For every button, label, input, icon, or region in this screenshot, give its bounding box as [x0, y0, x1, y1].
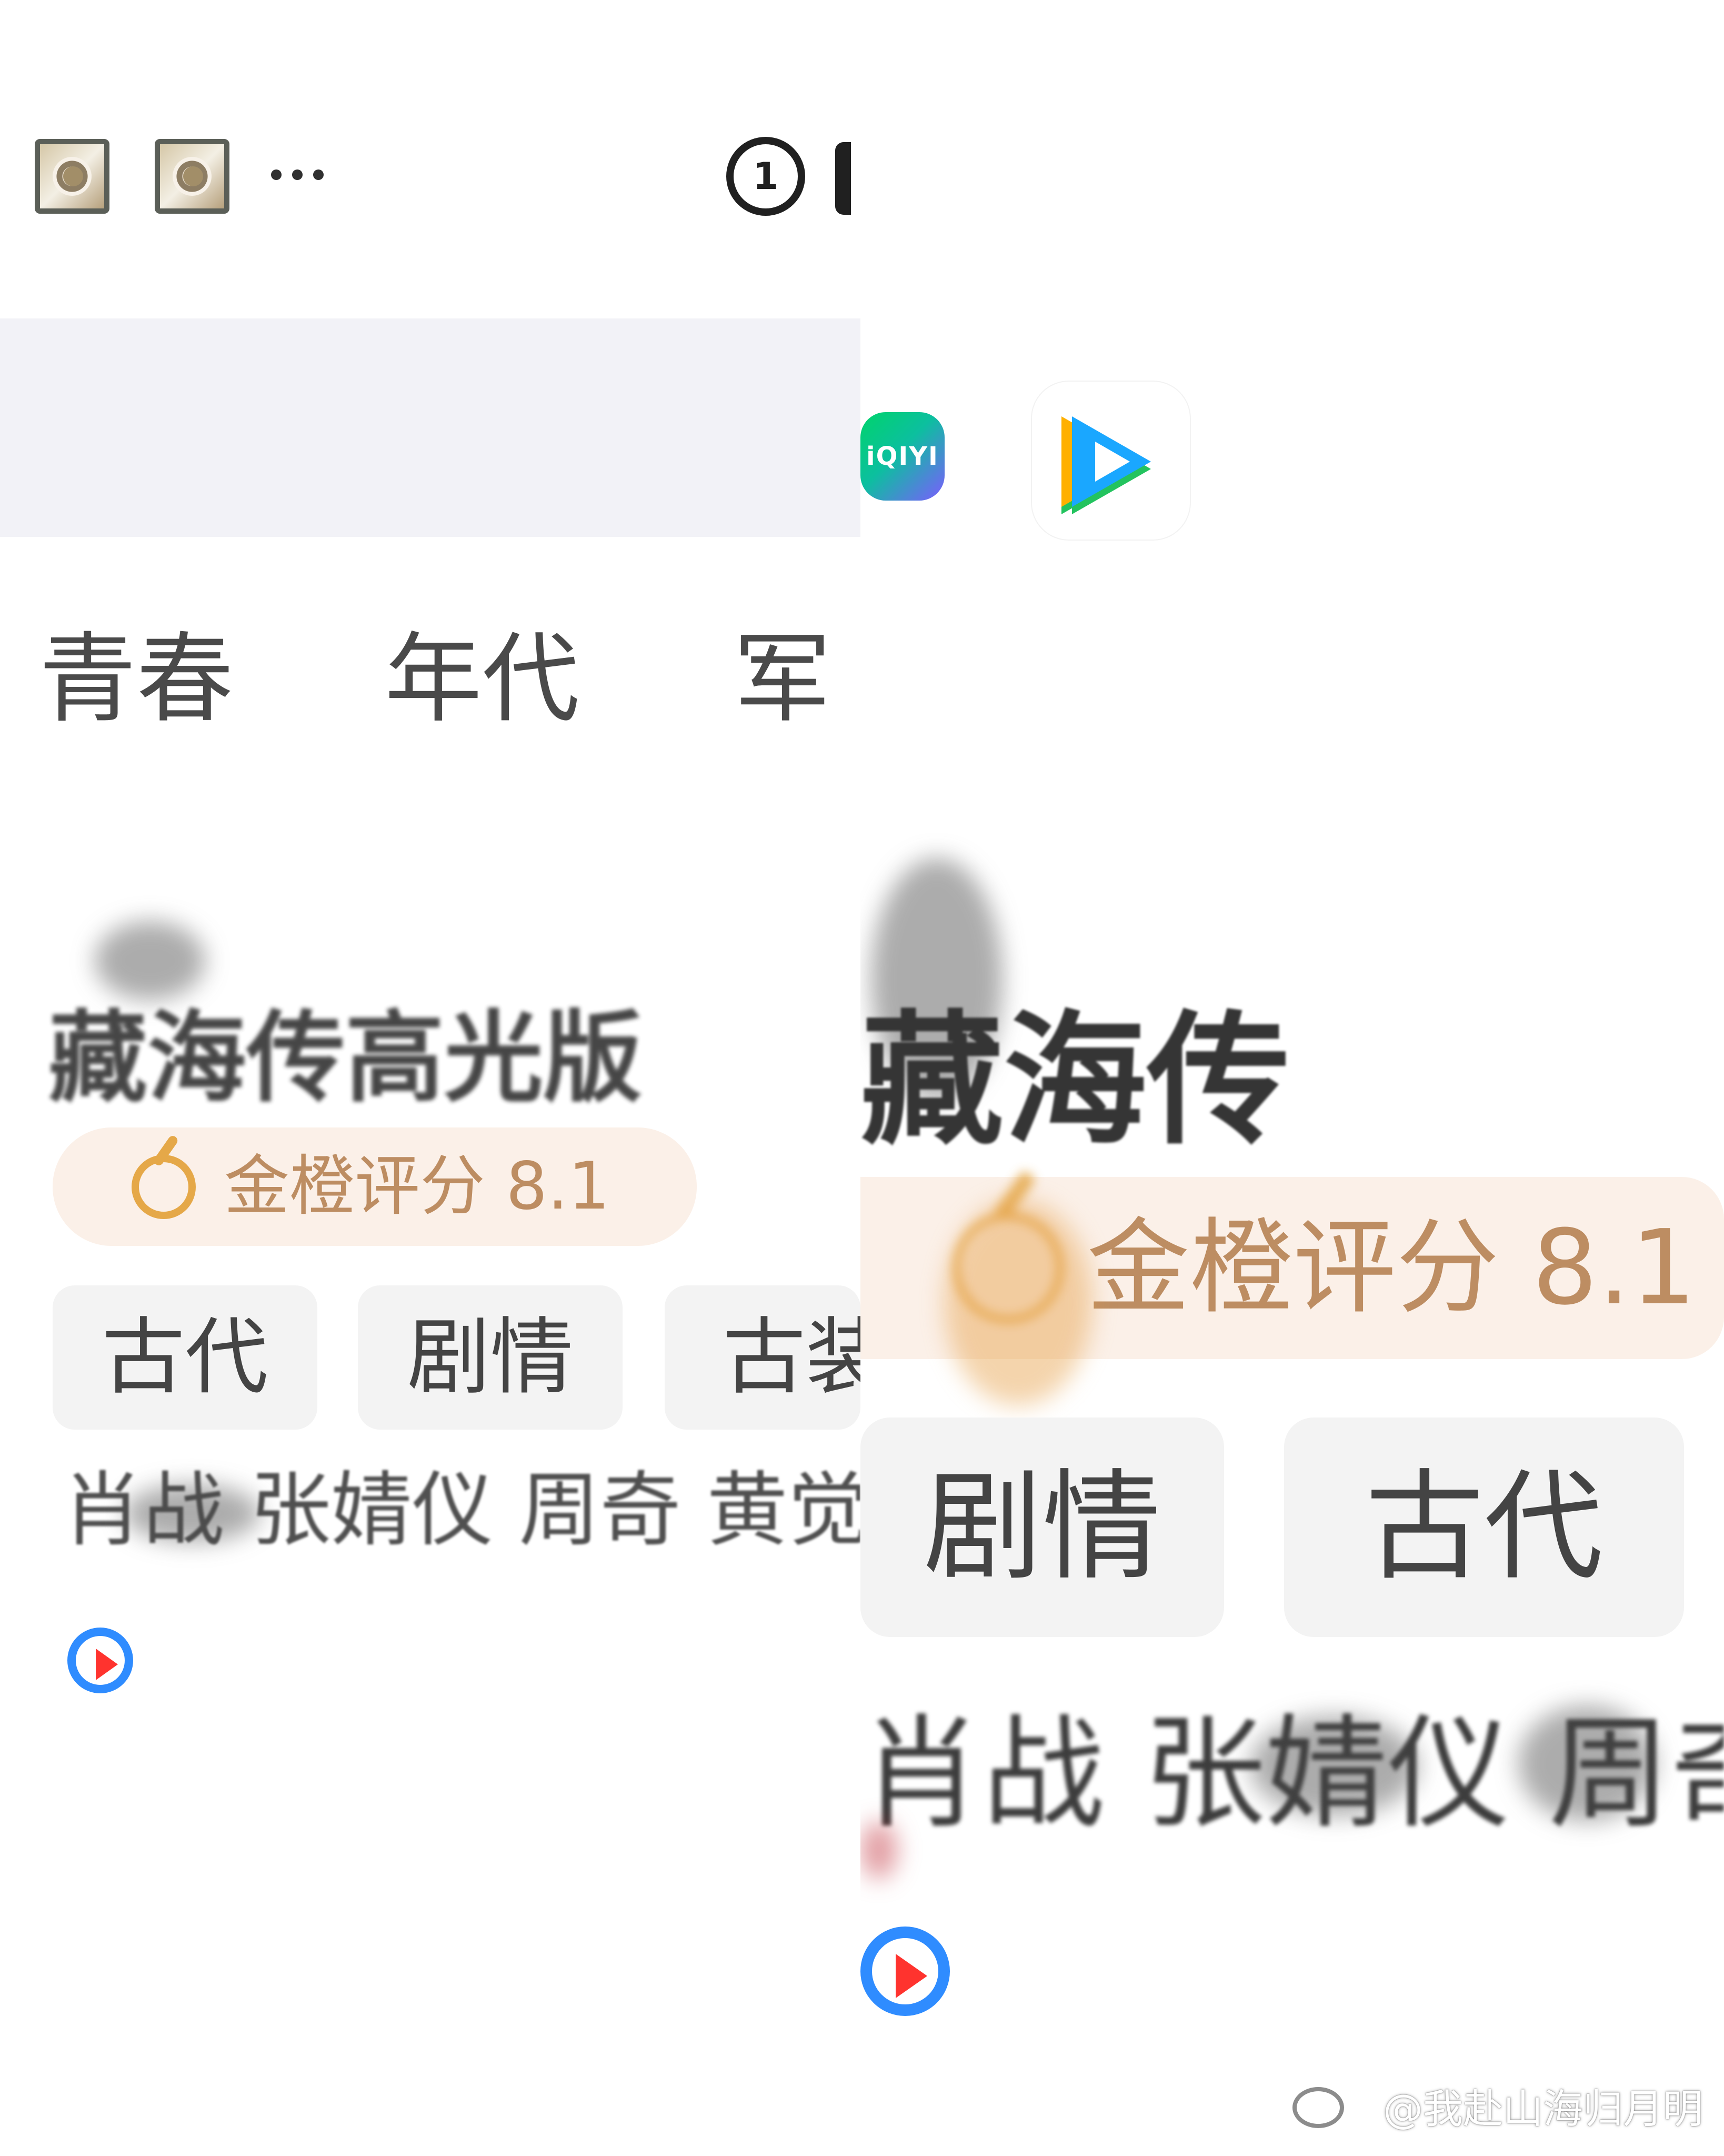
iqiyi-app-icon[interactable]: iQIYI: [860, 412, 945, 501]
cast-list: 肖战 张婧仪 周奇: [860, 1703, 1724, 1845]
profile-badge-icon[interactable]: [155, 139, 229, 214]
app-logo-icon[interactable]: 1: [726, 137, 805, 216]
rating-label: 金橙评分 8.1: [224, 1149, 610, 1224]
watermark-text: @我赴山海归月明: [1383, 2085, 1703, 2132]
orange-rating-icon: [132, 1154, 196, 1219]
tag-costume[interactable]: 古装: [665, 1285, 860, 1430]
rating-badge: 金橙评分 8.1: [53, 1127, 697, 1246]
category-tab-niandai[interactable]: 年代: [385, 626, 579, 732]
right-app-screen: iQIYI 藏海传 金橙评分 8.1 剧情 古代 肖战 张婧仪 周奇: [860, 0, 1724, 2156]
rating-label: 金橙评分 8.1: [1087, 1208, 1697, 1328]
tencent-video-app-icon[interactable]: [1032, 382, 1190, 540]
category-tab-qingchun[interactable]: 青春: [39, 626, 234, 732]
weibo-logo-icon: [1292, 2087, 1344, 2128]
tag-drama[interactable]: 剧情: [860, 1418, 1224, 1637]
youku-play-icon[interactable]: [67, 1628, 133, 1693]
show-title[interactable]: 藏海传高光版: [48, 1005, 642, 1111]
cast-list: 肖战 张婧仪 周奇 黄觉 余: [62, 1463, 860, 1558]
blur-overlay: [95, 921, 205, 1000]
show-title[interactable]: 藏海传: [860, 1002, 1290, 1160]
orange-rating-icon: [953, 1213, 1064, 1323]
comparison-screenshot: 1 青春 年代 军 藏海传高光版 金橙评分 8.1 古代 剧情 古装 肖战 张婧…: [0, 0, 1724, 2156]
category-tab-bar: 青春 年代 军: [39, 626, 860, 732]
more-dot: [313, 169, 324, 180]
search-or-banner-area: [0, 318, 860, 537]
more-dot: [292, 169, 303, 180]
rating-badge: 金橙评分 8.1: [860, 1177, 1724, 1359]
category-tab-military[interactable]: 军: [734, 626, 860, 732]
profile-badge-icon[interactable]: [35, 139, 109, 214]
partial-app-logo-icon: [835, 142, 851, 215]
tag-ancient[interactable]: 古代: [1284, 1418, 1684, 1637]
top-navigation-bar: 1: [0, 121, 860, 226]
tag-ancient[interactable]: 古代: [53, 1285, 317, 1430]
more-horizontal-icon[interactable]: [271, 164, 334, 183]
tag-drama[interactable]: 剧情: [358, 1285, 623, 1430]
youku-play-icon[interactable]: [860, 1927, 950, 2016]
left-app-screen: 1 青春 年代 军 藏海传高光版 金橙评分 8.1 古代 剧情 古装 肖战 张婧…: [0, 0, 860, 2156]
more-dot: [271, 169, 282, 180]
